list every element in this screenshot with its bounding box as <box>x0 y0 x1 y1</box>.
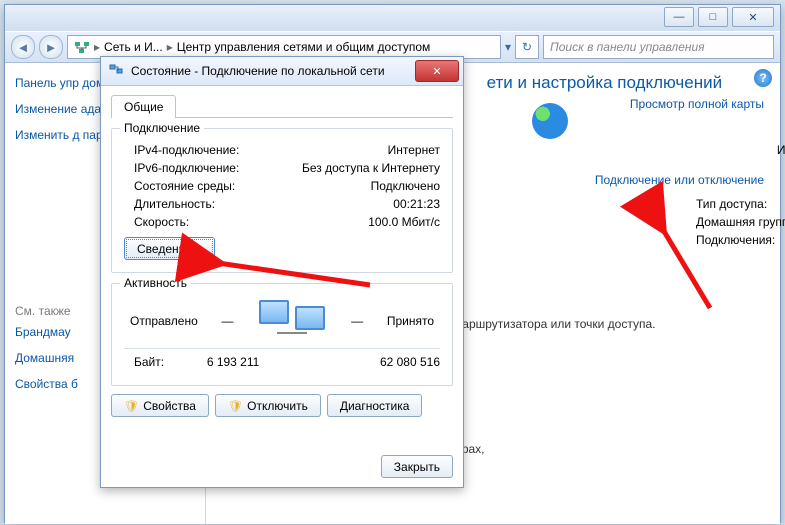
disable-button[interactable]: 🛡Отключить <box>215 394 321 417</box>
dialog-close-button[interactable]: ✕ <box>415 60 459 82</box>
bytes-sent: 6 193 211 <box>164 355 302 369</box>
properties-button[interactable]: 🛡Свойства <box>111 394 209 417</box>
breadcrumb-current[interactable]: Центр управления сетями и общим доступом <box>177 40 431 54</box>
activity-icon <box>257 300 327 342</box>
search-input[interactable]: Поиск в панели управления <box>543 35 774 59</box>
ipv4-value: Интернет <box>388 143 440 157</box>
help-icon[interactable]: ? <box>754 69 772 87</box>
titlebar: — □ ✕ <box>5 5 780 31</box>
homegroup-label: Домашняя группа: <box>696 215 785 229</box>
connection-group: Подключение IPv4-подключение:Интернет IP… <box>111 128 453 273</box>
network-icon <box>74 39 90 55</box>
tab-general[interactable]: Общие <box>111 95 176 118</box>
shield-icon: 🛡 <box>124 399 139 413</box>
breadcrumb-root[interactable]: Сеть и И... <box>104 40 163 54</box>
speed-label: Скорость: <box>124 215 189 229</box>
ipv4-label: IPv4-подключение: <box>124 143 239 157</box>
internet-label: Интернет <box>532 143 785 157</box>
sent-label: Отправлено <box>130 314 198 328</box>
speed-value: 100.0 Мбит/с <box>368 215 440 229</box>
ipv6-label: IPv6-подключение: <box>124 161 239 175</box>
ipv6-value: Без доступа к Интернету <box>302 161 440 175</box>
maximize-button[interactable]: □ <box>698 7 728 27</box>
dialog-title-text: Состояние - Подключение по локальной сет… <box>131 64 385 78</box>
duration-label: Длительность: <box>124 197 215 211</box>
dialog-titlebar: Состояние - Подключение по локальной сет… <box>101 57 463 86</box>
close-dialog-button[interactable]: Закрыть <box>381 455 453 478</box>
close-button[interactable]: ✕ <box>732 7 774 27</box>
internet-globe-icon <box>532 103 568 139</box>
diagnostics-button[interactable]: Диагностика <box>327 394 423 417</box>
activity-group: Активность Отправлено — — Принято Байт: … <box>111 283 453 386</box>
duration-value: 00:21:23 <box>393 197 440 211</box>
bytes-received: 62 080 516 <box>302 355 440 369</box>
refresh-button[interactable]: ↻ <box>515 35 539 59</box>
access-type-label: Тип доступа: <box>696 197 785 211</box>
forward-button[interactable]: ► <box>39 35 63 59</box>
media-label: Состояние среды: <box>124 179 235 193</box>
connection-group-title: Подключение <box>120 121 204 135</box>
connections-label: Подключения: <box>696 233 776 261</box>
received-label: Принято <box>387 314 434 328</box>
shield-icon: 🛡 <box>228 399 243 413</box>
media-value: Подключено <box>371 179 440 193</box>
back-button[interactable]: ◄ <box>11 35 35 59</box>
details-button[interactable]: Сведения... <box>124 237 215 260</box>
bytes-label: Байт: <box>124 355 164 369</box>
connect-disconnect-link[interactable]: Подключение или отключение <box>595 173 764 187</box>
minimize-button[interactable]: — <box>664 7 694 27</box>
connection-status-dialog: Состояние - Подключение по локальной сет… <box>100 56 464 488</box>
dialog-title-icon <box>109 63 125 79</box>
activity-group-title: Активность <box>120 276 191 290</box>
